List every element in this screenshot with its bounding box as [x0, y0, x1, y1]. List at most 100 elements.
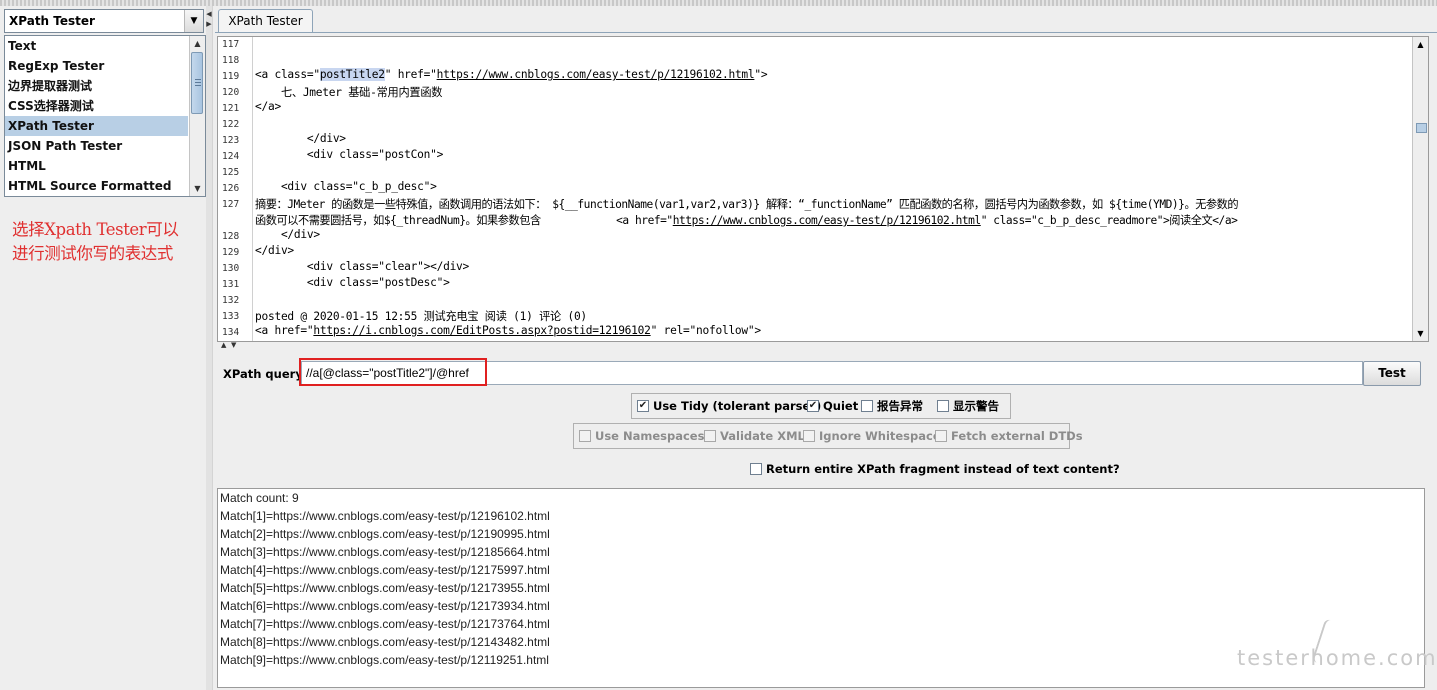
code-line: <div class="c_b_p_desc"> [255, 180, 437, 193]
xpath-query-label: XPath query : [223, 367, 312, 381]
checkbox-checked-icon[interactable]: ✔ [637, 400, 649, 412]
code-line: </div> [255, 228, 320, 241]
line-number: 131 [222, 279, 240, 290]
checkbox-icon [579, 430, 591, 442]
match-line: Match[3]=https://www.cnblogs.com/easy-te… [220, 545, 550, 559]
code-line: <a class="postTitle2" href="https://www.… [255, 68, 768, 81]
renderer-panel: XPath Tester ▼ Text RegExp Tester 边界提取器测… [0, 6, 210, 690]
code-line: <div class="clear"></div> [255, 260, 470, 273]
checkbox-icon [704, 430, 716, 442]
scroll-thumb[interactable] [1416, 123, 1427, 133]
annotation-line: 进行测试你写的表达式 [12, 244, 174, 263]
list-scrollbar[interactable]: ▲ ▼ [189, 36, 205, 196]
code-link: https://www.cnblogs.com/easy-test/p/1219… [436, 68, 755, 81]
match-count: Match count: 9 [220, 491, 299, 505]
xpath-query-input[interactable]: //a[@class="postTitle2"]/@href [301, 361, 1363, 385]
ignore-whitespace-checkbox: Ignore Whitespace [803, 424, 941, 448]
watermark: testerhome.com [1237, 646, 1437, 670]
result-panel: XPath Tester 117 118 119 120 121 122 123… [213, 6, 1437, 690]
line-gutter: 117 118 119 120 121 122 123 124 125 126 … [218, 37, 251, 341]
checkbox-icon[interactable] [861, 400, 873, 412]
quiet-checkbox[interactable]: ✔ Quiet [807, 394, 858, 418]
code-link: https://www.cnblogs.com/easy-test/p/1219… [672, 214, 981, 227]
xml-options: Use Namespaces Validate XML Ignore White… [573, 423, 1083, 449]
use-namespaces-checkbox: Use Namespaces [579, 424, 704, 448]
code-line: 函数可以不需要圆括号，如${_threadNum}。如果参数包含 <a href… [255, 214, 1238, 227]
renderer-combo[interactable]: XPath Tester ▼ [4, 9, 204, 33]
line-number: 133 [222, 311, 240, 322]
list-item[interactable]: Text [5, 36, 188, 56]
line-number: 119 [222, 71, 240, 82]
annotation-note: 选择Xpath Tester可以 进行测试你写的表达式 [12, 218, 208, 266]
use-tidy-checkbox[interactable]: ✔ Use Tidy (tolerant parser) [637, 394, 821, 418]
chevron-down-icon[interactable]: ▼ [184, 10, 203, 32]
line-number: 120 [222, 87, 240, 98]
code-link: https://i.cnblogs.com/EditPosts.aspx?pos… [313, 324, 651, 337]
checkbox-icon [935, 430, 947, 442]
collapse-up-icon[interactable]: ▲ [221, 341, 226, 349]
line-number: 128 [222, 231, 240, 242]
show-warnings-checkbox[interactable]: 显示警告 [937, 394, 999, 418]
list-item[interactable]: RegExp Tester [5, 56, 188, 76]
code-line: posted @ 2020-01-15 12:55 测试充电宝 阅读 (1) 评… [255, 310, 587, 323]
list-item[interactable]: CSS选择器测试 [5, 96, 188, 116]
expand-right-icon[interactable]: ▶ [206, 20, 212, 28]
validate-xml-checkbox: Validate XML [704, 424, 805, 448]
tidy-options: ✔ Use Tidy (tolerant parser) ✔ Quiet 报告异常 … [631, 393, 1011, 419]
match-line: Match[4]=https://www.cnblogs.com/easy-te… [220, 563, 550, 577]
match-line: Match[8]=https://www.cnblogs.com/easy-te… [220, 635, 550, 649]
annotation-line: 选择Xpath Tester可以 [12, 220, 179, 239]
line-number: 121 [222, 103, 240, 114]
code-line: </a> [255, 100, 281, 113]
scroll-up-icon[interactable]: ▲ [1413, 37, 1428, 52]
list-item[interactable]: 边界提取器测试 [5, 76, 188, 96]
match-line: Match[9]=https://www.cnblogs.com/easy-te… [220, 653, 549, 667]
checkbox-icon[interactable] [937, 400, 949, 412]
tab-xpath-tester[interactable]: XPath Tester [218, 9, 313, 33]
match-line: Match[1]=https://www.cnblogs.com/easy-te… [220, 509, 550, 523]
list-item-selected[interactable]: XPath Tester [5, 116, 188, 136]
horizontal-splitter[interactable]: ▲ ▼ [217, 341, 1433, 349]
list-item[interactable]: HTML Source Formatted [5, 176, 188, 196]
line-number: 134 [222, 327, 240, 338]
report-errors-checkbox[interactable]: 报告异常 [861, 394, 923, 418]
line-number: 130 [222, 263, 240, 274]
line-number: 132 [222, 295, 240, 306]
line-number: 118 [222, 55, 240, 66]
renderer-list: Text RegExp Tester 边界提取器测试 CSS选择器测试 XPat… [4, 35, 206, 197]
line-number: 129 [222, 247, 240, 258]
line-number: 123 [222, 135, 240, 146]
collapse-left-icon[interactable]: ◀ [206, 10, 212, 18]
checkbox-icon [803, 430, 815, 442]
line-number: 127 [222, 199, 240, 210]
checkbox-checked-icon[interactable]: ✔ [807, 400, 819, 412]
code-line: <a href="https://i.cnblogs.com/EditPosts… [255, 324, 761, 337]
response-source-view[interactable]: 117 118 119 120 121 122 123 124 125 126 … [217, 36, 1429, 342]
code-line: </div> [255, 132, 346, 145]
list-item[interactable]: HTML [5, 156, 188, 176]
list-item[interactable]: JSON Path Tester [5, 136, 188, 156]
scroll-down-icon[interactable]: ▼ [190, 181, 205, 196]
fetch-dtds-checkbox: Fetch external DTDs [935, 424, 1083, 448]
return-fragment-checkbox[interactable]: Return entire XPath fragment instead of … [750, 461, 1120, 477]
match-line: Match[6]=https://www.cnblogs.com/easy-te… [220, 599, 550, 613]
vertical-splitter[interactable]: ◀ ▶ [206, 6, 212, 690]
scroll-thumb[interactable] [191, 52, 203, 114]
scroll-down-icon[interactable]: ▼ [1413, 326, 1428, 341]
test-button[interactable]: Test [1363, 361, 1421, 386]
match-line: Match[2]=https://www.cnblogs.com/easy-te… [220, 527, 550, 541]
code-line: 七、Jmeter 基础-常用内置函数 [255, 86, 443, 99]
line-number: 126 [222, 183, 240, 194]
code-line: <div class="postDesc"> [255, 276, 450, 289]
code-line: 摘要：JMeter 的函数是一些特殊值，函数调用的语法如下： ${__funct… [255, 198, 1239, 211]
match-line: Match[7]=https://www.cnblogs.com/easy-te… [220, 617, 550, 631]
line-number: 117 [222, 39, 240, 50]
editor-scrollbar[interactable]: ▲ ▼ [1412, 37, 1428, 341]
expand-down-icon[interactable]: ▼ [231, 341, 236, 349]
match-line: Match[5]=https://www.cnblogs.com/easy-te… [220, 581, 550, 595]
line-number: 125 [222, 167, 240, 178]
scroll-up-icon[interactable]: ▲ [190, 36, 205, 51]
line-number: 122 [222, 119, 240, 130]
code-line: <div class="postCon"> [255, 148, 444, 161]
checkbox-icon[interactable] [750, 463, 762, 475]
